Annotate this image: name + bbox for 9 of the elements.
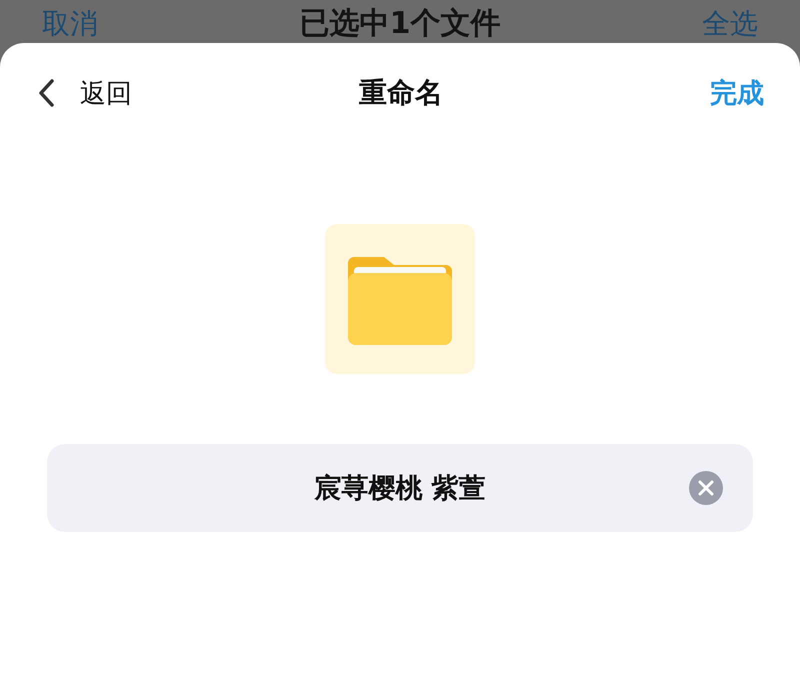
close-icon xyxy=(698,480,714,496)
cancel-link[interactable]: 取消 xyxy=(42,10,98,38)
sheet-title: 重命名 xyxy=(359,75,443,111)
done-button[interactable]: 完成 xyxy=(710,75,764,111)
chevron-left-icon xyxy=(38,79,54,107)
selection-title: 已选中1个文件 xyxy=(300,9,500,39)
back-button[interactable]: 返回 xyxy=(38,76,132,110)
select-all-link[interactable]: 全选 xyxy=(702,10,758,38)
name-field[interactable]: 宸荨樱桃 紫萱 xyxy=(47,444,753,532)
